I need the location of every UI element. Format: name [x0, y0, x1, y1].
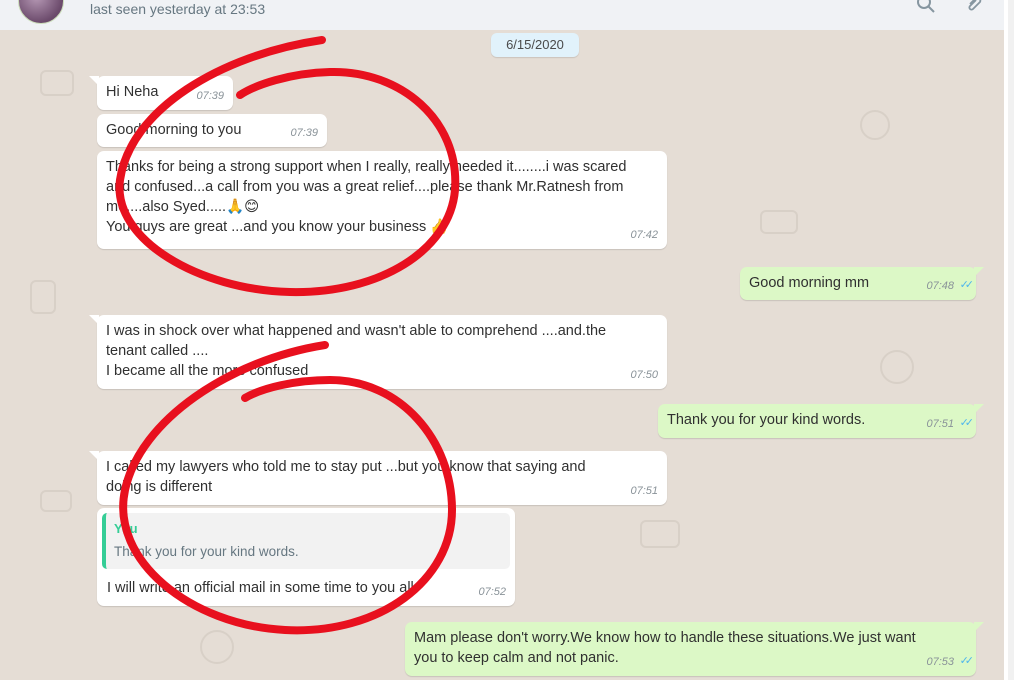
outgoing-message[interactable]: Mam please don't worry.We know how to ha… [405, 622, 984, 676]
chat-header: last seen yesterday at 23:53 [0, 0, 1004, 30]
paperclip-icon[interactable] [964, 0, 984, 14]
folded-hands-emoji: 🙏 [226, 199, 245, 215]
bubble-tail [89, 315, 99, 325]
wallpaper-doodle [860, 110, 890, 140]
outgoing-message[interactable]: Thank you for your kind words. 07:51 ✓✓ [658, 404, 984, 438]
message-text-line: I called my lawyers who told me to stay … [106, 459, 586, 475]
contact-avatar[interactable] [18, 0, 64, 24]
outgoing-message[interactable]: Good morning mm 07:48 ✓✓ [740, 267, 984, 300]
message-text-line: I became all the more confused [106, 363, 309, 379]
message-text-line: tenant called .... [106, 343, 209, 359]
message-time: 07:42 [630, 229, 658, 241]
bubble-tail [974, 404, 984, 414]
incoming-message[interactable]: I called my lawyers who told me to stay … [89, 451, 667, 505]
wallpaper-doodle [640, 520, 680, 548]
message-text-line: me....also Syed.....🙏😊 [106, 197, 658, 217]
message-text-line: You guys are great ...and you know your … [106, 217, 658, 237]
quoted-message[interactable]: You Thank you for your kind words. [102, 513, 510, 569]
last-seen-status: last seen yesterday at 23:53 [90, 1, 266, 17]
message-text: Thank you for your kind words. [667, 412, 866, 428]
message-text-line: me....also Syed..... [106, 199, 227, 215]
search-icon[interactable] [916, 0, 936, 14]
incoming-message[interactable]: Good morning to you 07:39 [97, 114, 327, 147]
read-receipt-icon: ✓✓ [959, 417, 975, 429]
thumbs-up-emoji: 👍 [430, 219, 449, 235]
message-time: 07:48 [926, 280, 954, 292]
message-text-line: Mam please don't worry.We know how to ha… [414, 630, 916, 646]
message-time: 07:51 [630, 485, 658, 497]
message-text: Good morning to you [106, 122, 242, 138]
incoming-message[interactable]: Thanks for being a strong support when I… [97, 151, 667, 249]
message-time: 07:39 [290, 127, 318, 139]
message-text: I will write an official mail in some ti… [107, 580, 414, 596]
wallpaper-doodle [880, 350, 914, 384]
wallpaper-doodle [760, 210, 798, 234]
message-text-line: You guys are great ...and you know your … [106, 219, 427, 235]
quoted-text: Thank you for your kind words. [114, 544, 299, 559]
incoming-reply-message[interactable]: You Thank you for your kind words. I wil… [97, 508, 515, 606]
wallpaper-doodle [200, 630, 234, 664]
read-receipt-icon: ✓✓ [959, 655, 975, 667]
message-text-line: and confused...a call from you was a gre… [106, 179, 624, 195]
bubble-tail [89, 76, 99, 86]
date-divider: 6/15/2020 [491, 33, 579, 57]
message-time: 07:52 [478, 586, 506, 598]
message-time: 07:39 [196, 90, 224, 102]
incoming-message[interactable]: I was in shock over what happened and wa… [89, 315, 667, 389]
message-time: 07:53 [926, 656, 954, 668]
bubble-tail [974, 622, 984, 632]
wallpaper-doodle [40, 490, 72, 512]
message-time: 07:50 [630, 369, 658, 381]
message-text-line: you to keep calm and not panic. [414, 650, 619, 666]
chat-panel[interactable]: 6/15/2020 Hi Neha 07:39 Good morning to … [0, 30, 1004, 680]
wallpaper-doodle [40, 70, 74, 96]
wallpaper-doodle [30, 280, 56, 314]
message-time: 07:51 [926, 418, 954, 430]
scrollbar-track[interactable] [1008, 0, 1014, 680]
message-text-line: Thanks for being a strong support when I… [106, 159, 627, 175]
message-text-line: doing is different [106, 479, 213, 495]
bubble-tail [89, 451, 99, 461]
smiling-face-emoji: 😊 [244, 199, 260, 215]
scrollbar[interactable] [1004, 0, 1024, 680]
read-receipt-icon: ✓✓ [959, 279, 975, 291]
incoming-message[interactable]: Hi Neha 07:39 [89, 76, 233, 110]
message-text-line: I was in shock over what happened and wa… [106, 323, 607, 339]
quoted-author: You [114, 521, 138, 536]
bubble-tail [974, 267, 984, 277]
